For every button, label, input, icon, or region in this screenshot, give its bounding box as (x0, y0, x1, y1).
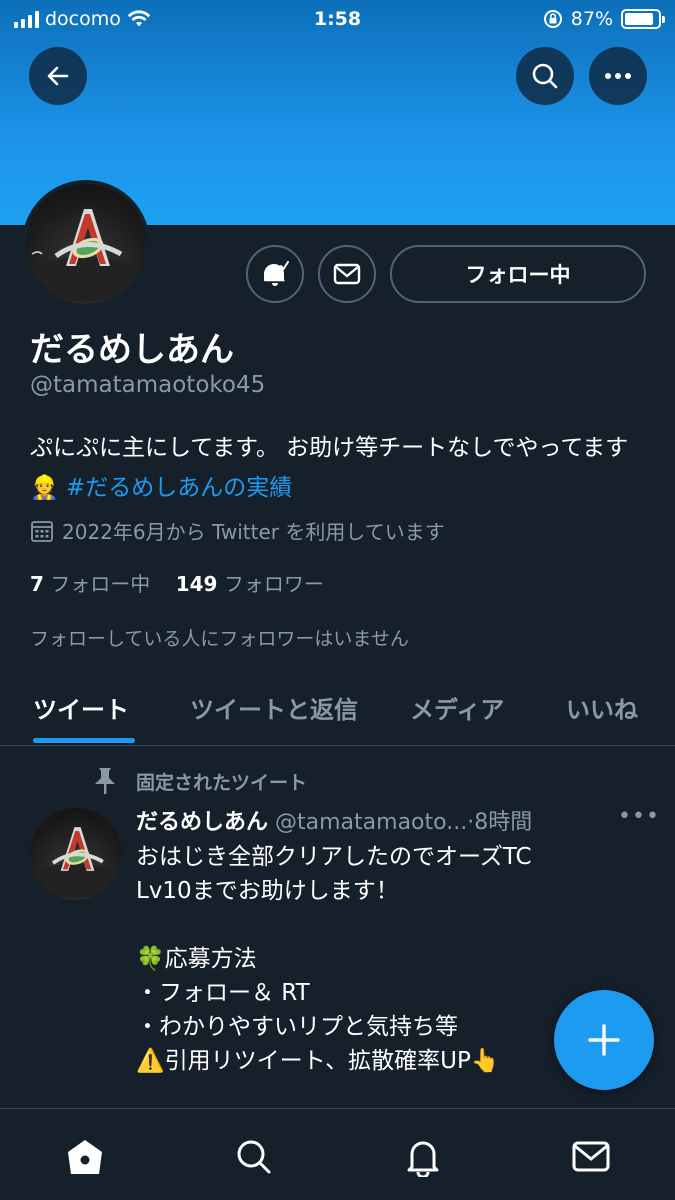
tweet-text[interactable]: おはじき全部クリアしたのでオーズTC Lv10までお助けします！ 🍀応募方法 ・… (136, 840, 606, 1078)
pin-icon (95, 768, 115, 794)
tweet-line: ・フォロー＆ RT (136, 980, 310, 1006)
pinned-label-row: 固定されたツイート (92, 766, 307, 796)
more-button[interactable] (589, 47, 647, 105)
nav-home[interactable] (63, 1135, 107, 1179)
nav-search[interactable] (232, 1135, 276, 1179)
search-icon (237, 1140, 271, 1174)
tab-likes[interactable]: いいね (566, 690, 638, 725)
following-label: フォロー中 (50, 572, 151, 596)
search-icon (532, 63, 558, 89)
followers-count: 149 (175, 572, 218, 596)
joined-date: 2022年6月から Twitter を利用しています (30, 516, 445, 545)
notifications-subscribe-button[interactable] (246, 245, 304, 303)
mail-icon (333, 263, 361, 285)
tweet-line: おはじき全部クリアしたのでオーズTC (136, 844, 532, 870)
tab-tweets-and-replies[interactable]: ツイートと返信 (190, 690, 358, 725)
cap-logo-image (30, 827, 122, 898)
orientation-lock-icon (543, 10, 562, 28)
tweet-author-name[interactable]: だるめしあん (136, 810, 268, 835)
profile-bio: ぷにぷに主にしてます。 お助け等チートなしでやってます👷 #だるめしあんの実績 (30, 428, 650, 508)
notifications-icon (407, 1141, 439, 1177)
tweet-line (136, 908, 606, 942)
followers-link[interactable]: 149 フォロワー (176, 572, 324, 596)
follow-counts: 7 フォロー中 149 フォロワー (30, 568, 324, 597)
bell-check-icon (264, 261, 289, 286)
tab-media[interactable]: メディア (410, 690, 504, 725)
arrow-left-icon (47, 66, 69, 86)
following-link[interactable]: 7 フォロー中 (30, 572, 150, 596)
profile-tabs: ツイート ツイートと返信 メディア いいね (0, 668, 675, 746)
nav-notifications[interactable] (401, 1135, 445, 1179)
active-tab-indicator (33, 738, 135, 743)
status-bar-right: 87% (543, 8, 665, 30)
profile-display-name: だるめしあん (30, 330, 234, 370)
tweet-more-button[interactable]: ••• (618, 804, 660, 829)
compose-tweet-button[interactable] (554, 990, 654, 1090)
tweet-line: ・わかりやすいリプと気持ち等 (136, 1014, 458, 1040)
tweet-line: Lv10までお助けします！ (136, 878, 399, 904)
profile-avatar[interactable] (22, 180, 150, 308)
bottom-navigation (0, 1108, 675, 1200)
messages-icon (572, 1141, 610, 1172)
back-button[interactable] (29, 47, 87, 105)
cap-logo-image (26, 209, 146, 301)
bio-hashtag-link[interactable]: #だるめしあんの実績 (66, 475, 292, 501)
status-bar: docomo 1:58 87% (0, 0, 675, 38)
pinned-label: 固定されたツイート (136, 771, 308, 794)
plus-icon (588, 1024, 620, 1056)
profile-handle: @tamatamaotoko45 (30, 372, 266, 398)
followers-you-know: フォローしている人にフォロワーはいません (30, 628, 409, 650)
following-count: 7 (30, 572, 44, 596)
joined-label: 2022年6月から Twitter を利用しています (62, 520, 445, 544)
tweet-author-avatar[interactable] (30, 808, 122, 900)
tab-tweets[interactable]: ツイート (33, 690, 129, 725)
battery-icon (621, 9, 665, 29)
following-button[interactable]: フォロー中 (390, 245, 646, 303)
tweet-author-handle[interactable]: @tamatamaoto... (275, 810, 467, 835)
search-button[interactable] (516, 47, 574, 105)
more-dots-icon (605, 73, 631, 79)
battery-level (625, 13, 653, 25)
tweet-header: だるめしあん @tamatamaoto...·8時間 (136, 804, 656, 836)
followers-label: フォロワー (223, 572, 324, 596)
battery-percent: 87% (570, 8, 613, 30)
calendar-icon (31, 520, 53, 542)
tweet-line: 🍀応募方法 (136, 946, 257, 972)
home-icon (68, 1140, 102, 1174)
message-button[interactable] (318, 245, 376, 303)
following-button-label: フォロー中 (465, 263, 571, 287)
tweet-line: ⚠️引用リツイート、拡散確率UP👆 (136, 1048, 500, 1074)
tweet-time[interactable]: 8時間 (474, 810, 532, 835)
nav-messages[interactable] (569, 1135, 613, 1179)
